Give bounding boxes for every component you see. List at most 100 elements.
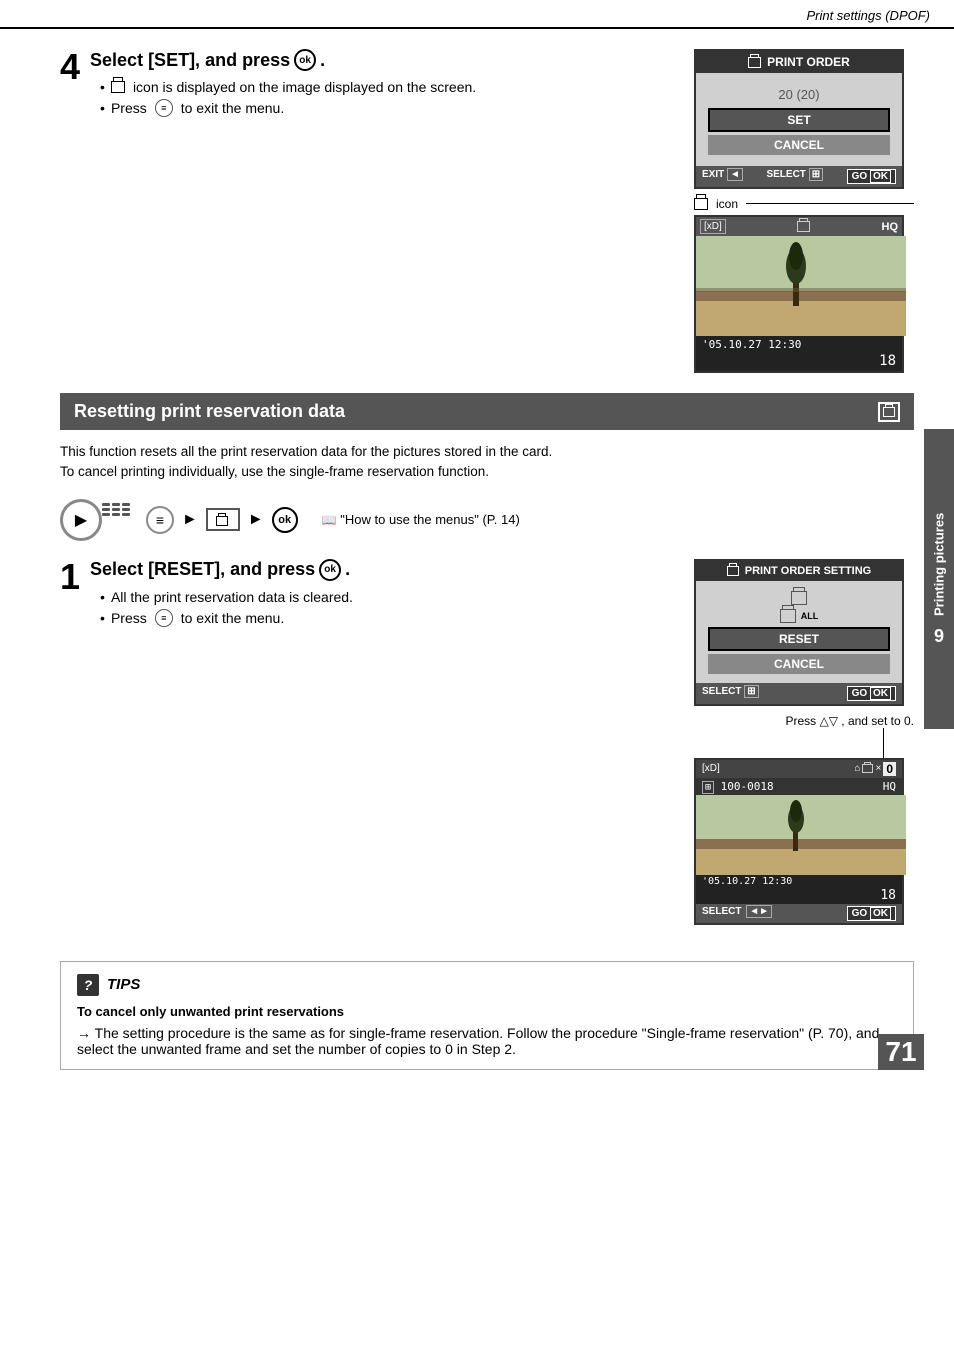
print-icon-row1 [704,591,894,605]
landscape-svg [696,236,906,336]
go-ok3-label: GO OK [847,906,896,921]
question-icon: ? [77,974,99,996]
step4-camera-screen: PRINT ORDER 20 (20) SET CANCEL EXIT ◄ SE… [694,49,904,189]
menu-ref-text: 📖 "How to use the menus" (P. 14) [322,512,520,527]
step1-text: 1 Select [RESET], and press ok . All the… [60,559,674,925]
print-order-icon2 [727,566,739,576]
print-sm-icon [862,764,873,773]
press-desc: , and set to 0. [841,714,914,728]
desc-line2: To cancel printing individually, use the… [60,462,914,482]
zero-box: 0 [883,762,896,776]
xd-label: [xD] [700,219,726,234]
reset-title: Resetting print reservation data [74,401,345,422]
select-label: SELECT ⊞ [766,169,823,184]
photo2-date: '05.10.27 12:30 [696,875,902,888]
header-title: Print settings (DPOF) [806,8,930,23]
ok-circle-icon: ok [294,49,316,71]
ok-circle-nav: ok [272,507,298,533]
icon-text: icon [716,197,738,211]
step1-camera-screen: PRINT ORDER SETTING ALL [694,559,904,706]
step1-camera-body: ALL RESET CANCEL [696,581,902,683]
side-tab: 6 Printing pictures [924,429,954,729]
step1-bullets: All the print reservation data is cleare… [100,589,353,627]
photo2-preview: [xD] ⌂ × 0 ⊞ 100-0018 HQ [694,758,904,925]
camera-footer: EXIT ◄ SELECT ⊞ GO OK [696,166,902,187]
print-inline-icon [694,198,708,210]
tips-box: ? TIPS To cancel only unwanted print res… [60,961,914,1070]
print-icon-row2: ALL [704,609,894,623]
xd2-label: [xD] [702,763,720,774]
side-number: 6 [934,624,944,645]
print-overlay-icon [797,221,810,232]
house-icon: ⌂ [854,763,860,774]
step4-number: 4 [60,49,80,85]
go-ok-label: GO OK [847,169,896,184]
file-num: ⊞ 100-0018 [702,780,774,793]
ok-circle-step1: ok [319,559,341,581]
print-icon [111,81,125,93]
nav-lines-icon [102,503,130,516]
step1-bullet2: Press ≡ to exit the menu. [100,609,353,627]
book-icon: 📖 [322,513,337,527]
camera-header-text: PRINT ORDER [767,55,850,69]
play-button-group: ▶ [60,499,102,541]
page-number: 71 [878,1034,924,1070]
camera-body: 20 (20) SET CANCEL [696,73,902,166]
step1-title: Select [RESET], and press ok . [90,559,353,581]
press-text: Press [785,714,816,728]
set-button-display: SET [708,108,890,132]
camera-value: 20 (20) [704,87,894,102]
step1-bullet1: All the print reservation data is cleare… [100,589,353,605]
print-order-icon [748,57,761,68]
photo2-footer: SELECT ◄► GO OK [696,904,902,923]
select3-label: SELECT ◄► [702,906,772,921]
step1-camera-header: PRINT ORDER SETTING [696,561,902,581]
nav-bracket-print [206,508,240,531]
menu-nav-icon[interactable]: ≡ [146,506,174,534]
exit-label: EXIT ◄ [702,169,743,184]
x-icon: × [875,763,881,774]
menu-circle-icon: ≡ [155,99,173,117]
photo2-fileinfo: ⊞ 100-0018 HQ [696,778,902,795]
tips-body: → The setting procedure is the same as f… [77,1025,897,1057]
step1-header-text: PRINT ORDER SETTING [745,565,872,577]
photo2-landscape [696,795,902,875]
nav-arrow1: ≡ [146,506,174,534]
hq2-label: HQ [883,780,896,793]
arrow-line [883,728,884,758]
photo-preview: [xD] HQ [694,215,904,373]
photo2-svg [696,795,906,875]
play-icon: ▶ [75,510,87,530]
press-label-area: Press △▽ , and set to 0. [694,714,914,758]
photo-preview-top: [xD] HQ [696,217,902,236]
tips-arrow: → [77,1025,91,1041]
bullet1: icon is displayed on the image displayed… [100,79,476,95]
icon-line [746,203,914,204]
reset-button-display: RESET [708,627,890,651]
nav-arrow3: ► [248,511,264,529]
play-circle-button[interactable]: ▶ [60,499,102,541]
step1-reset-section: 1 Select [RESET], and press ok . All the… [60,559,914,925]
tips-sub-title: To cancel only unwanted print reservatio… [77,1004,897,1019]
photo-num: 18 [696,353,902,371]
side-label: Printing pictures [932,513,947,616]
tips-title: ? TIPS [77,974,897,996]
menu-circle-icon2: ≡ [155,609,173,627]
photo-landscape [696,236,902,336]
photo2-num: 18 [696,888,902,904]
go-ok2-label: GO OK [847,686,896,701]
cancel-button-display: CANCEL [708,135,890,155]
step1-camera-area: PRINT ORDER SETTING ALL [694,559,914,925]
step4-bullets: icon is displayed on the image displayed… [100,79,476,117]
step4-section: 4 Select [SET], and press ok . icon is d… [60,49,914,373]
select2-label: SELECT ⊞ [702,686,759,701]
print-bracket-icon [216,516,228,526]
nav-row: ▶ ≡ ► ► ok 📖 "How to use the me [60,499,914,541]
tips-row: ? TIPS To cancel only unwanted print res… [60,945,914,1070]
camera-header: PRINT ORDER [696,51,902,73]
all-label: ALL [801,610,819,620]
nav-arrow2: ► [182,511,198,529]
step1-camera-footer: SELECT ⊞ GO OK [696,683,902,704]
step4-text: 4 Select [SET], and press ok . icon is d… [60,49,674,373]
reset-section-header: Resetting print reservation data [60,393,914,430]
